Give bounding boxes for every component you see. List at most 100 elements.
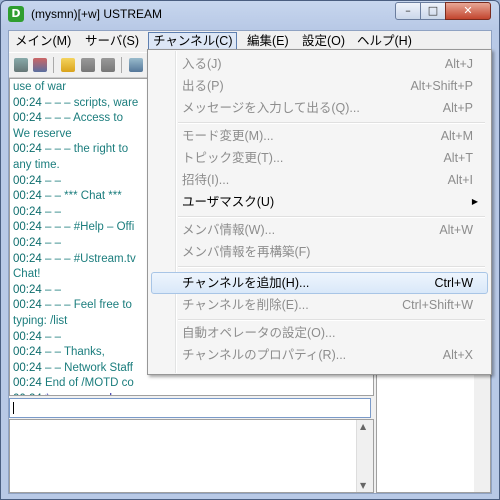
log-timestamp: 00:24: [13, 221, 42, 234]
menu-server[interactable]: サーバ(S): [81, 32, 143, 50]
log-text: End of /MOTD co: [41, 377, 134, 390]
channel-menu-dropdown: 入る(J) Alt+J 出る(P) Alt+Shift+P メッセージを入力して出る(Q…: [147, 49, 492, 375]
menu-item-shortcut: Alt+W: [439, 223, 473, 237]
log-line: 00:24 – – – scripts, ware: [13, 97, 138, 109]
log-line: 00:24 – – Thanks,: [13, 346, 105, 358]
channel-icon[interactable]: [81, 58, 95, 72]
log-timestamp: 00:24: [13, 252, 42, 265]
log-text: – – – scripts, ware: [41, 96, 139, 109]
menu-item-label: 出る(P): [182, 79, 224, 93]
member-icon[interactable]: [101, 58, 115, 72]
log-line: 00:24 End of /MOTD co: [13, 377, 134, 389]
menu-item-label: チャンネルを削除(E)...: [182, 298, 309, 312]
log-line: 00:24 – –: [13, 284, 61, 296]
app-icon: D: [8, 6, 24, 22]
log-line: any time.: [13, 159, 60, 171]
menu-item[interactable]: チャンネルを削除(E)... Ctrl+Shift+W: [151, 294, 488, 316]
log-timestamp: 00:24: [13, 237, 42, 249]
menu-item[interactable]: メッセージを入力して出る(Q)... Alt+P: [151, 97, 488, 119]
menu-item-label: チャンネルを追加(H)...: [182, 276, 310, 290]
text-caret: [13, 402, 14, 414]
menu-item-shortcut: Alt+T: [443, 151, 473, 165]
log-text: – –: [41, 283, 61, 296]
log-timestamp: 00:24: [13, 112, 42, 125]
menu-item-label: メンバ情報を再構築(F): [182, 245, 311, 259]
log-text: typing: /list: [13, 315, 68, 327]
menu-item[interactable]: 招待(I)... Alt+I: [151, 169, 488, 191]
log-text: – –: [41, 330, 61, 343]
menu-item-shortcut: Alt+M: [440, 129, 473, 143]
log-text: – –: [41, 237, 61, 249]
log-text: – – Thanks,: [41, 346, 105, 359]
settings-icon[interactable]: [129, 58, 143, 72]
menu-main[interactable]: メイン(M): [11, 32, 75, 50]
folder-icon[interactable]: [61, 58, 75, 72]
log-line: 00:24 – – Network Staff: [13, 362, 133, 374]
close-button[interactable]: ✕: [445, 2, 491, 20]
menu-item[interactable]: 出る(P) Alt+Shift+P: [151, 75, 488, 97]
log-text: – – – the right to: [41, 143, 129, 156]
log-text: – – – Feel free to: [41, 299, 132, 312]
log-timestamp: 00:24: [13, 299, 42, 312]
main-window: D (mysmn)[+w] USTREAM – □ ✕ メイン(M) サーバ(S…: [0, 0, 500, 500]
menu-item-label: メッセージを入力して出る(Q)...: [182, 101, 360, 115]
log-line: We reserve: [13, 128, 72, 140]
menu-item[interactable]: チャンネルを追加(H)... Ctrl+W: [151, 272, 488, 294]
disconnect-icon[interactable]: [14, 58, 28, 72]
menu-separator: [178, 319, 485, 321]
log-timestamp: 00:24: [13, 205, 42, 218]
menu-item[interactable]: モード変更(M)... Alt+M: [151, 125, 488, 147]
menu-edit[interactable]: 編集(E): [243, 32, 293, 50]
log-text: – –: [41, 205, 61, 218]
menu-separator: [178, 266, 485, 268]
menu-separator: [178, 216, 485, 218]
menu-settings[interactable]: 設定(O): [298, 32, 349, 50]
scroll-down-icon[interactable]: ▼: [360, 481, 366, 490]
menu-item-shortcut: Alt+Shift+P: [410, 79, 473, 93]
menu-item-label: 自動オペレータの設定(O)...: [182, 326, 336, 340]
menu-item[interactable]: メンバ情報(W)... Alt+W: [151, 219, 488, 241]
log-line: 00:24 – –: [13, 237, 61, 249]
menu-item-label: 招待(I)...: [182, 173, 230, 187]
log-timestamp: 00:24: [13, 330, 42, 343]
log-line: 00:24 – –: [13, 206, 61, 218]
server-icon[interactable]: [33, 58, 47, 72]
log-text: – – Network Staff: [41, 361, 133, 374]
log-line: 00:24 – –: [13, 175, 61, 187]
menu-help[interactable]: ヘルプ(H): [353, 32, 416, 50]
log-text: – – – Access to: [41, 112, 123, 125]
submenu-arrow-icon: ▶: [471, 197, 478, 206]
maximize-button[interactable]: □: [420, 2, 446, 20]
menu-item-label: トピック変更(T)...: [182, 151, 284, 165]
menu-item-shortcut: Alt+J: [444, 57, 473, 71]
menu-item[interactable]: チャンネルのプロパティ(R)... Alt+X: [151, 344, 488, 366]
menu-item-shortcut: Alt+I: [447, 173, 473, 187]
menu-item[interactable]: 入る(J) Alt+J: [151, 53, 488, 75]
title-bar[interactable]: D (mysmn)[+w] USTREAM – □ ✕: [1, 1, 499, 29]
multiline-input[interactable]: ▲ ▼: [9, 419, 374, 493]
menu-channel[interactable]: チャンネル(C): [148, 32, 238, 50]
log-text: Chat!: [13, 268, 41, 281]
message-input[interactable]: [9, 398, 371, 418]
log-text: *mysmn mode +w: [42, 393, 137, 395]
menu-item-shortcut: Alt+P: [442, 101, 473, 115]
minimize-button[interactable]: –: [395, 2, 421, 20]
log-line: 00:24 – –: [13, 331, 61, 343]
multiline-scrollbar[interactable]: ▲ ▼: [356, 420, 373, 492]
log-timestamp: 00:24: [13, 393, 42, 395]
log-line: typing: /list: [13, 315, 67, 327]
menu-item[interactable]: ユーザマスク(U) ▶: [151, 191, 488, 213]
menu-item[interactable]: メンバ情報を再構築(F): [151, 241, 488, 263]
menu-item-label: モード変更(M)...: [182, 129, 274, 143]
toolbar-separator: [53, 57, 54, 73]
menu-item-label: チャンネルのプロパティ(R)...: [182, 348, 347, 362]
menu-item-label: メンバ情報(W)...: [182, 223, 276, 237]
log-text: – – – #Help – Offi: [41, 221, 135, 234]
menu-item[interactable]: トピック変更(T)... Alt+T: [151, 147, 488, 169]
menu-item-shortcut: Alt+X: [442, 348, 473, 362]
menu-item[interactable]: 自動オペレータの設定(O)...: [151, 322, 488, 344]
window-title: (mysmn)[+w] USTREAM: [31, 7, 163, 21]
scroll-up-icon[interactable]: ▲: [360, 422, 366, 431]
log-line: 00:24 – – *** Chat ***: [13, 190, 122, 202]
log-text: any time.: [13, 159, 60, 171]
